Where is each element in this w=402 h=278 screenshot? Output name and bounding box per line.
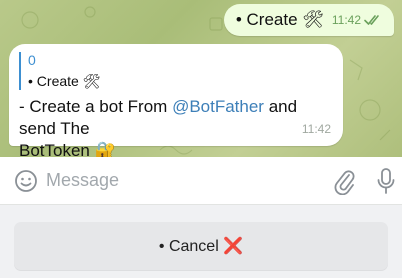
message-meta: 11:42 — [332, 13, 382, 27]
chat-area: • Create 🛠 11:42 0 • Create 🛠 - Create a… — [0, 0, 402, 157]
reply-quote[interactable]: 0 • Create 🛠 — [19, 52, 331, 90]
bot-keyboard: • Cancel ❌ — [0, 205, 402, 278]
outgoing-message-text: • Create 🛠 — [235, 10, 324, 29]
message-input-bar: Message — [0, 157, 402, 205]
cancel-button-label: • Cancel ❌ — [158, 238, 244, 255]
microphone-icon[interactable] — [376, 167, 396, 195]
incoming-message-bubble[interactable]: 0 • Create 🛠 - Create a bot From @BotFat… — [9, 44, 343, 157]
incoming-message-meta: 11:42 — [302, 120, 331, 138]
bot-mention-link[interactable]: @BotFather — [172, 97, 264, 116]
incoming-message-line-1: - Create a bot From @BotFather and send … — [19, 96, 331, 140]
double-check-icon — [364, 14, 382, 26]
reply-quote-title: 0 — [28, 52, 36, 68]
outgoing-message-time: 11:42 — [331, 13, 361, 27]
incoming-message-line-2: BotToken 🔐 — [19, 141, 116, 157]
cancel-button[interactable]: • Cancel ❌ — [14, 222, 388, 270]
emoji-icon[interactable] — [14, 169, 38, 193]
incoming-message-time: 11:42 — [301, 122, 331, 136]
outgoing-message-bubble[interactable]: • Create 🛠 11:42 — [223, 4, 394, 36]
message-text-prefix: - Create a bot From — [19, 97, 173, 116]
paperclip-icon[interactable] — [332, 167, 356, 195]
reply-quote-text: • Create 🛠 — [28, 73, 101, 89]
message-input[interactable]: Message — [46, 170, 332, 191]
